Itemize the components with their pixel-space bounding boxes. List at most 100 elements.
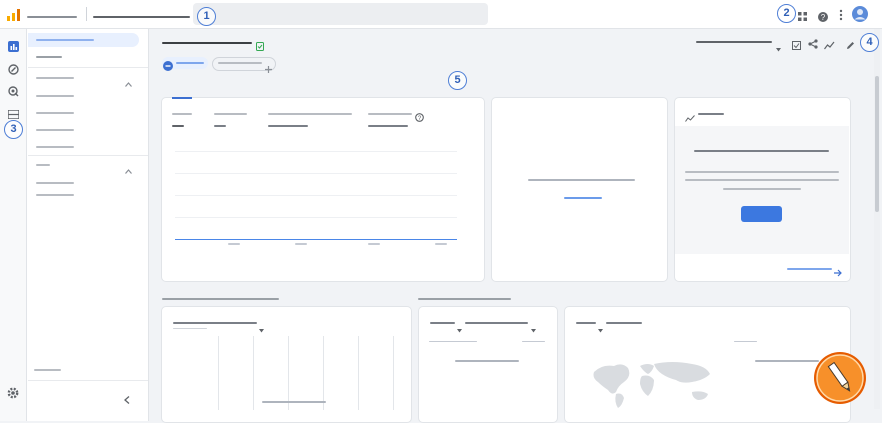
- table-column-header: [429, 341, 477, 342]
- date-range-selector[interactable]: [696, 41, 772, 43]
- pencil-icon[interactable]: [846, 37, 855, 49]
- topbar-divider: [86, 7, 87, 21]
- caret-down-icon[interactable]: [457, 320, 462, 333]
- realtime-card: [491, 97, 668, 282]
- more-vert-icon[interactable]: [839, 8, 843, 21]
- account-property-selector[interactable]: [93, 16, 190, 18]
- info-icon[interactable]: ?: [415, 109, 424, 122]
- chevron-up-icon[interactable]: [125, 161, 132, 174]
- sidebar-item-label[interactable]: [36, 112, 74, 114]
- chart-gridline: [393, 336, 394, 410]
- metric-tab-value[interactable]: [214, 125, 226, 127]
- insights-card-title: [698, 113, 724, 115]
- insights-action-button[interactable]: [741, 206, 782, 222]
- check-doc-icon[interactable]: [256, 38, 264, 51]
- card-title-dropdown[interactable]: [465, 322, 528, 324]
- caret-down-icon[interactable]: [776, 39, 781, 52]
- section-heading: [418, 298, 511, 300]
- help-icon[interactable]: ?: [818, 9, 828, 22]
- chart-gridline: [218, 336, 219, 410]
- table-empty-message: [455, 360, 519, 362]
- account-avatar-icon[interactable]: [852, 6, 868, 22]
- arrow-right-icon[interactable]: [834, 264, 842, 277]
- sidebar-divider: [28, 380, 148, 381]
- gear-icon[interactable]: [7, 386, 19, 399]
- add-comparison-label: [218, 62, 262, 64]
- caret-down-icon[interactable]: [259, 320, 264, 333]
- sidebar-item-label[interactable]: [36, 194, 74, 196]
- overview-card: [161, 97, 485, 282]
- advertising-icon[interactable]: [8, 84, 19, 97]
- chart-gridline: [358, 336, 359, 410]
- insights-icon: [685, 109, 695, 122]
- sidebar-item-label[interactable]: [36, 182, 74, 184]
- metric-tab-label[interactable]: [214, 113, 247, 115]
- chart-gridline: [175, 173, 457, 174]
- chart-gridline: [323, 336, 324, 410]
- chart-gridline: [175, 195, 457, 196]
- table-column-header: [522, 341, 545, 342]
- caret-down-icon[interactable]: [531, 320, 536, 333]
- insights-icon[interactable]: [824, 37, 835, 50]
- metric-tab-label[interactable]: [368, 113, 412, 115]
- insights-card-body: [675, 126, 849, 254]
- metric-tab-value[interactable]: [172, 125, 184, 127]
- chevron-left-icon[interactable]: [124, 391, 130, 404]
- insights-footer-link[interactable]: [787, 268, 832, 270]
- card-title-dropdown[interactable]: [430, 322, 455, 324]
- library-icon[interactable]: [7, 106, 20, 120]
- sidebar-item-label[interactable]: [36, 56, 62, 58]
- sidebar-item-label[interactable]: [36, 95, 74, 97]
- explore-icon[interactable]: [8, 62, 19, 75]
- card-title-dropdown[interactable]: [173, 322, 257, 324]
- chevron-up-icon[interactable]: [125, 74, 132, 87]
- metric-tab-value[interactable]: [268, 125, 308, 127]
- insights-text: [685, 171, 839, 173]
- annotation-marker: 3: [4, 120, 23, 139]
- metric-tab-value[interactable]: [368, 125, 408, 127]
- annotation-marker: 2: [777, 4, 796, 23]
- sidebar-divider: [28, 155, 148, 156]
- chart-gridline: [288, 336, 289, 410]
- annotation-marker: 1: [197, 7, 216, 26]
- comparison-chip-label: [176, 62, 204, 64]
- page-title: [162, 42, 252, 44]
- sidebar-divider: [28, 67, 148, 68]
- chart-series-line: [175, 239, 457, 240]
- reports-icon[interactable]: [8, 39, 19, 52]
- card-title-dropdown[interactable]: [576, 322, 596, 324]
- sidebar-footer-link[interactable]: [34, 369, 61, 371]
- card-title-dropdown[interactable]: [606, 322, 642, 324]
- search-bar[interactable]: [193, 3, 488, 25]
- chart-axis-label: [262, 401, 326, 403]
- customize-report-icon[interactable]: [792, 37, 801, 50]
- caret-down-icon[interactable]: [598, 320, 603, 333]
- analytics-bar-logo[interactable]: [7, 8, 21, 21]
- section-heading: [162, 298, 279, 300]
- sidebar-item-label[interactable]: [36, 146, 74, 148]
- chart-gridline: [175, 151, 457, 152]
- realtime-link[interactable]: [564, 197, 602, 199]
- pencil-app-icon[interactable]: [812, 350, 868, 406]
- scrollbar-thumb[interactable]: [875, 76, 879, 212]
- sidebar-section-header[interactable]: [36, 77, 74, 79]
- world-map-image: [592, 360, 722, 410]
- product-name: [27, 16, 77, 18]
- insights-text: [723, 188, 801, 190]
- sidebar-item-label: [36, 39, 94, 41]
- plus-icon: [265, 60, 272, 73]
- chart-x-tick-label: [295, 243, 307, 245]
- metric-tab-label[interactable]: [268, 113, 352, 115]
- metric-tab-label[interactable]: [172, 113, 192, 115]
- sidebar-section-header[interactable]: [36, 164, 50, 166]
- sidebar-item-label[interactable]: [36, 129, 74, 131]
- apps-grid-icon[interactable]: [798, 9, 808, 21]
- insights-text: [685, 179, 839, 181]
- svg-text:?: ?: [821, 13, 826, 22]
- tab-indicator: [172, 97, 192, 99]
- chart-x-tick-label: [435, 243, 447, 245]
- table-column-header: [734, 341, 757, 342]
- chart-gridline: [253, 336, 254, 410]
- chart-x-tick-label: [368, 243, 380, 245]
- share-icon[interactable]: [808, 36, 818, 49]
